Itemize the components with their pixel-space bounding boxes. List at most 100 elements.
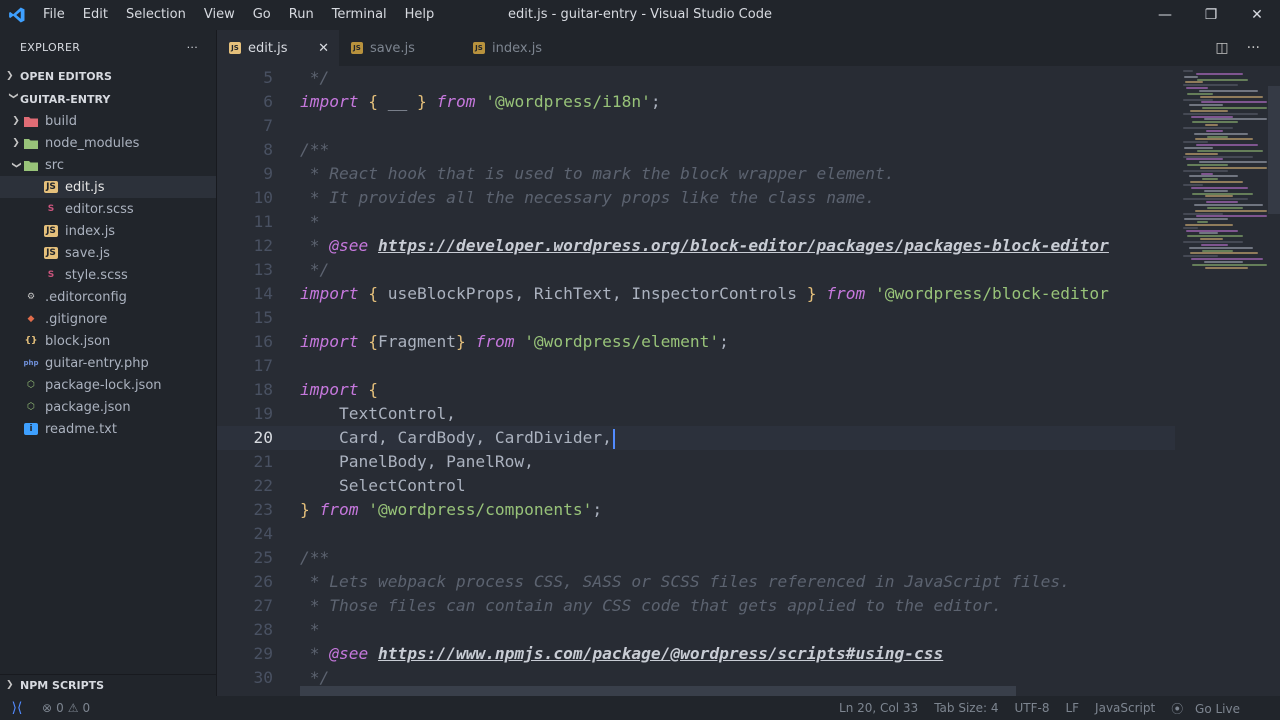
code-line[interactable]: 5 */ [217, 66, 1175, 90]
code-token: } [806, 284, 817, 303]
file-item[interactable]: JS save.js [0, 242, 216, 264]
code-line[interactable]: 26 * Lets webpack process CSS, SASS or S… [217, 570, 1175, 594]
folder-item[interactable]: ❯ node_modules [0, 132, 216, 154]
code-line[interactable]: 9 * React hook that is used to mark the … [217, 162, 1175, 186]
code-token: @see [329, 236, 369, 255]
open-editors-section[interactable]: ❯ OPEN EDITORS [0, 65, 216, 87]
code-token: from [319, 500, 359, 519]
npm-scripts-section[interactable]: ❯ NPM SCRIPTS [0, 675, 216, 695]
code-line[interactable]: 22 SelectControl [217, 474, 1175, 498]
menu-file[interactable]: File [34, 0, 74, 30]
npm-scripts-label: NPM SCRIPTS [20, 678, 105, 692]
file-item[interactable]: i readme.txt [0, 418, 216, 440]
project-section[interactable]: ❯ GUITAR-ENTRY [0, 88, 216, 110]
minimize-icon[interactable]: — [1142, 0, 1188, 30]
more-actions-icon[interactable]: ··· [1247, 40, 1260, 56]
split-editor-icon[interactable]: ◫ [1215, 40, 1228, 56]
code-line[interactable]: 29 * @see https://www.npmjs.com/package/… [217, 642, 1175, 666]
code-line[interactable]: 21 PanelBody, PanelRow, [217, 450, 1175, 474]
menu-selection[interactable]: Selection [117, 0, 195, 30]
minimap-line [1183, 141, 1208, 144]
horizontal-scrollbar[interactable] [300, 686, 1016, 696]
menu-run[interactable]: Run [280, 0, 323, 30]
menu-terminal[interactable]: Terminal [323, 0, 396, 30]
file-item[interactable]: JS index.js [0, 220, 216, 242]
code-token: * Those files can contain any CSS code t… [300, 596, 1002, 615]
close-tab-icon[interactable]: ✕ [318, 41, 329, 56]
code-text: Card, CardBody, CardDivider, [300, 426, 615, 450]
minimap-line [1192, 192, 1253, 195]
code-token: Fragment [377, 332, 456, 351]
code-line[interactable]: 19 TextControl, [217, 402, 1175, 426]
code-line[interactable]: 25 /** [217, 546, 1175, 570]
code-line[interactable]: 8 /** [217, 138, 1175, 162]
code-line[interactable]: 16 import {Fragment} from '@wordpress/ele… [217, 330, 1175, 354]
file-item[interactable]: {} block.json [0, 330, 216, 352]
vertical-scrollbar[interactable] [1268, 66, 1280, 696]
code-token: */ [300, 68, 330, 87]
scroll-thumb[interactable] [1268, 86, 1280, 214]
go-live-button[interactable]: ⦿ Go Live [1163, 700, 1280, 717]
problems-indicator[interactable]: ⊗ 0 ⚠ 0 [34, 701, 90, 715]
code-line[interactable]: 27 * Those files can contain any CSS cod… [217, 594, 1175, 618]
more-actions-icon[interactable]: ··· [187, 41, 198, 54]
folder-item[interactable]: ❯ build [0, 110, 216, 132]
line-number: 10 [253, 188, 274, 207]
line-number: 23 [253, 500, 274, 519]
cursor-position[interactable]: Ln 20, Col 33 [831, 701, 926, 715]
text-cursor [612, 428, 615, 449]
tab-edit-js[interactable]: JS edit.js ✕ [217, 30, 339, 66]
code-line[interactable]: 23} from '@wordpress/components'; [217, 498, 1175, 522]
tab-save-js[interactable]: JS save.js [339, 30, 461, 66]
code-token: __ [377, 92, 417, 111]
code-line[interactable]: 12 * @see https://developer.wordpress.or… [217, 234, 1175, 258]
code-line[interactable]: 17 [217, 354, 1175, 378]
tab-index-js[interactable]: JS index.js [461, 30, 583, 66]
code-line[interactable]: 13 */ [217, 258, 1175, 282]
code-line[interactable]: 20 Card, CardBody, CardDivider, [217, 426, 1175, 450]
code-text: /** [300, 138, 329, 162]
code-line[interactable]: 6 import { __ } from '@wordpress/i18n'; [217, 90, 1175, 114]
code-line[interactable]: 24 [217, 522, 1175, 546]
code-editor[interactable]: 5 */ 6 import { __ } from '@wordpress/i18n… [217, 66, 1280, 696]
minimap[interactable] [1177, 66, 1267, 696]
file-item[interactable]: Seditor.scss [0, 198, 216, 220]
code-line[interactable]: 11 * [217, 210, 1175, 234]
code-line[interactable]: 18 import { [217, 378, 1175, 402]
code-text: import { __ } from '@wordpress/i18n'; [300, 90, 661, 114]
folder-item[interactable]: ❯ src [0, 154, 216, 176]
file-item[interactable]: ⚙ .editorconfig [0, 286, 216, 308]
encoding[interactable]: UTF-8 [1006, 701, 1057, 715]
file-item[interactable]: ⬡ package-lock.json [0, 374, 216, 396]
code-line[interactable]: 10 * It provides all the necessary props… [217, 186, 1175, 210]
code-token: ; [650, 92, 661, 111]
menu-go[interactable]: Go [244, 0, 280, 30]
minimap-line [1184, 218, 1228, 221]
chevron-down-icon: ❯ [8, 92, 18, 100]
code-token: /** [300, 548, 330, 567]
line-number: 13 [253, 260, 274, 279]
end-of-line[interactable]: LF [1057, 701, 1087, 715]
menu-edit[interactable]: Edit [74, 0, 117, 30]
minimap-line [1207, 206, 1243, 209]
file-item[interactable]: Sstyle.scss [0, 264, 216, 286]
minimap-line [1201, 172, 1213, 175]
explorer-title: EXPLORER [20, 41, 81, 54]
tab-size[interactable]: Tab Size: 4 [926, 701, 1006, 715]
code-line[interactable]: 15 [217, 306, 1175, 330]
language-mode[interactable]: JavaScript [1087, 701, 1163, 715]
restore-icon[interactable]: ❐ [1188, 0, 1234, 30]
file-item[interactable]: php guitar-entry.php [0, 352, 216, 374]
menu-help[interactable]: Help [396, 0, 444, 30]
code-line[interactable]: 7 [217, 114, 1175, 138]
close-window-icon[interactable]: ✕ [1234, 0, 1280, 30]
menu-view[interactable]: View [195, 0, 244, 30]
line-number: 15 [253, 308, 274, 327]
file-item[interactable]: JS edit.js [0, 176, 216, 198]
code-line[interactable]: 14 import { useBlockProps, RichText, Insp… [217, 282, 1175, 306]
remote-icon[interactable]: ⟩⟨ [0, 696, 34, 720]
file-item[interactable]: ⬡ package.json [0, 396, 216, 418]
code-line[interactable]: 28 * [217, 618, 1175, 642]
file-item[interactable]: ◆ .gitignore [0, 308, 216, 330]
